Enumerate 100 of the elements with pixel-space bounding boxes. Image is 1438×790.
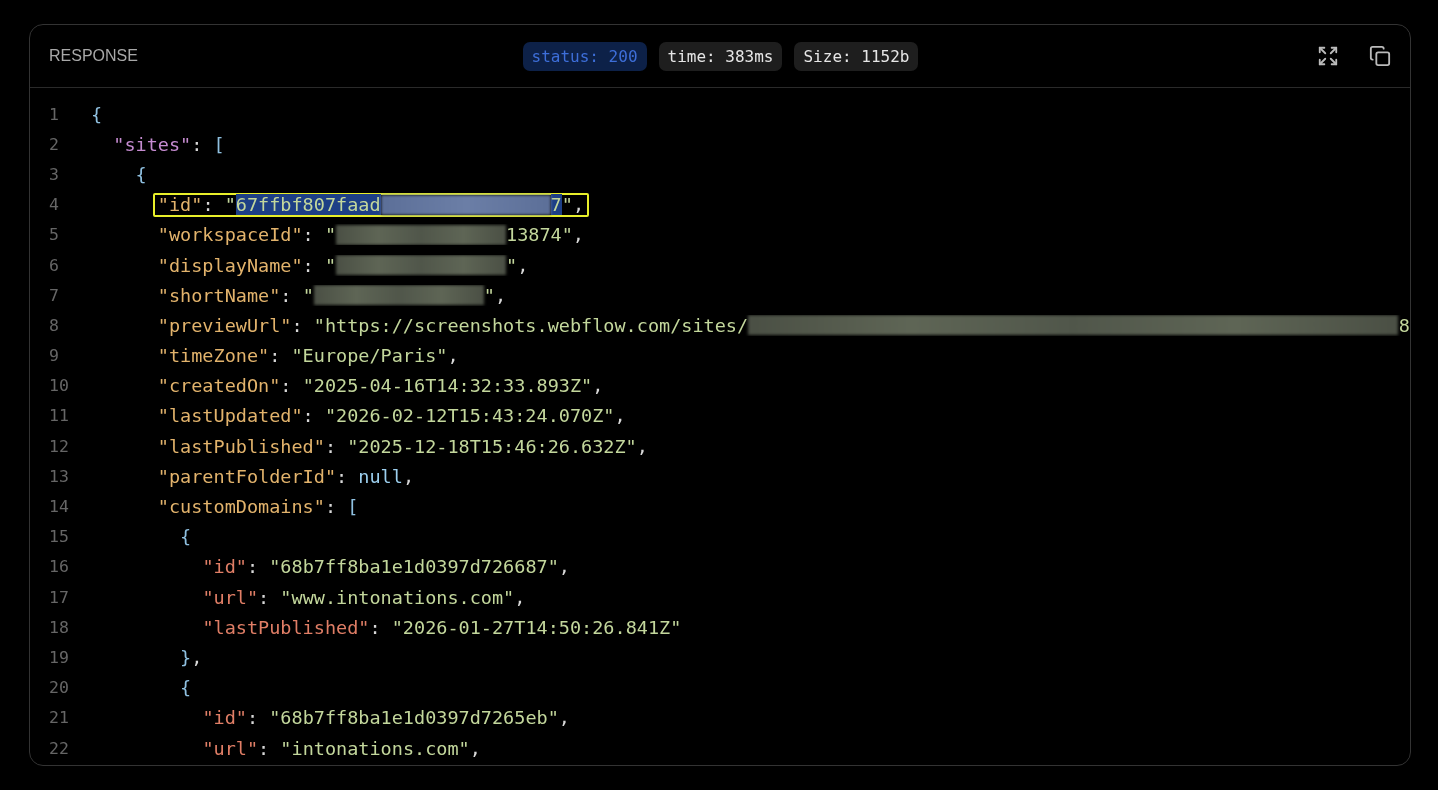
code-token: { — [180, 677, 192, 699]
line-number: 6 — [49, 255, 60, 275]
code-token: : — [258, 586, 271, 608]
line-number: 1 — [49, 104, 60, 124]
code-token: , — [469, 737, 481, 759]
line-number: 12 — [49, 436, 70, 456]
code-token: , — [572, 224, 584, 246]
code-token: : — [191, 133, 204, 155]
code-token: "shortName" — [157, 284, 281, 306]
code-token: , — [558, 707, 570, 729]
line-number: 13 — [49, 466, 70, 486]
line-number: 5 — [49, 225, 60, 245]
code-token: : — [291, 314, 304, 336]
code-token: : — [258, 737, 271, 759]
code-token: "id" — [202, 707, 247, 729]
code-token: } — [180, 646, 192, 668]
code-token: : — [336, 465, 349, 487]
line-number: 10 — [49, 376, 70, 396]
info-badge: time: 383ms — [658, 41, 783, 71]
code-token: { — [135, 163, 147, 185]
code-token: : — [269, 345, 282, 367]
code-token: , — [517, 254, 529, 276]
code-token: : — [280, 284, 293, 306]
code-token: , — [191, 646, 203, 668]
code-token: , — [558, 556, 570, 578]
line-number: 15 — [49, 527, 70, 547]
code-token: , — [494, 284, 507, 306]
code-token: "Europe/Paris" — [291, 345, 448, 367]
code-token: : — [302, 254, 315, 276]
code-token: "68b7ff8ba1e1d0397d726687" — [269, 556, 559, 578]
code-token: "2026-01-27T14:50:26.841Z" — [391, 616, 682, 638]
code-token: 13874" — [506, 224, 573, 246]
info-badge: Size: 1152b — [794, 41, 919, 71]
code-token: : — [369, 616, 382, 638]
code-token: " — [324, 224, 337, 246]
line-number: 2 — [49, 134, 60, 154]
code-token: "sites" — [113, 133, 192, 155]
line-number: 4 — [49, 195, 60, 215]
code-token: "www.intonations.com" — [280, 586, 515, 608]
panel-title: RESPONSE — [49, 47, 138, 64]
code-token: "id" — [157, 194, 203, 216]
code-token: "lastPublished" — [202, 616, 370, 638]
code-token: { — [91, 103, 103, 125]
code-token: "2026-02-12T15:43:24.070Z" — [324, 405, 615, 427]
line-number: 20 — [49, 678, 70, 698]
line-number: 9 — [49, 346, 60, 366]
code-token: "2025-04-16T14:32:33.893Z" — [302, 375, 593, 397]
code-token: "url" — [202, 737, 259, 759]
code-token: "parentFolderId" — [157, 465, 337, 487]
code-token: [ — [213, 133, 225, 155]
code-token: "intonations.com" — [280, 737, 470, 759]
code-token: "lastPublished" — [157, 435, 325, 457]
code-token: , — [636, 435, 648, 457]
code-token: "workspaceId" — [157, 224, 303, 246]
code-token: , — [514, 586, 526, 608]
line-number: 3 — [49, 164, 60, 184]
code-token: : — [302, 224, 315, 246]
code-token: "id" — [202, 556, 247, 578]
code-token: : — [246, 707, 260, 729]
line-number: 21 — [49, 708, 70, 728]
code-token: 8 — [1398, 314, 1410, 336]
code-token: [ — [347, 496, 359, 518]
line-number: 16 — [49, 557, 70, 577]
code-token: "lastUpdated" — [157, 405, 303, 427]
code-token: "68b7ff8ba1e1d0397d7265eb" — [269, 707, 559, 729]
line-number: 19 — [49, 647, 70, 667]
code-token: , — [614, 405, 626, 427]
code-token: "https://screenshots.webflow.com/sites/ — [313, 314, 749, 336]
code-token: "2025-12-18T15:46:26.632Z" — [347, 435, 637, 457]
code-token: : — [302, 405, 315, 427]
code-token: , — [447, 345, 459, 367]
line-number: 11 — [49, 406, 70, 426]
code-token: : — [280, 375, 293, 397]
code-token: " — [561, 194, 573, 216]
code-token: " — [302, 284, 314, 306]
line-number: 7 — [49, 285, 60, 305]
status-badge: status: 200 — [522, 41, 647, 71]
code-token: , — [592, 375, 604, 397]
code-token: , — [402, 465, 414, 487]
code-token: : — [324, 435, 338, 457]
code-token: "url" — [202, 586, 259, 608]
line-number: 14 — [49, 497, 70, 517]
expand-icon[interactable] — [1316, 44, 1340, 68]
code-token: 67ffbf807faad — [235, 194, 381, 216]
code-token: : — [324, 496, 338, 518]
line-number: 18 — [49, 617, 70, 637]
code-token: "timeZone" — [157, 345, 270, 367]
code-token: { — [180, 526, 192, 548]
line-number: 17 — [49, 587, 70, 607]
code-token: "createdOn" — [157, 375, 281, 397]
code-token: "previewUrl" — [157, 314, 292, 336]
code-token: " — [324, 254, 337, 276]
code-token: , — [572, 194, 584, 216]
code-token: null — [358, 465, 403, 487]
code-token: : — [246, 556, 260, 578]
code-token: "customDomains" — [157, 496, 325, 518]
code-token: " — [483, 284, 495, 306]
copy-icon[interactable] — [1368, 44, 1392, 68]
line-number: 22 — [49, 738, 70, 758]
code-token: " — [506, 254, 518, 276]
